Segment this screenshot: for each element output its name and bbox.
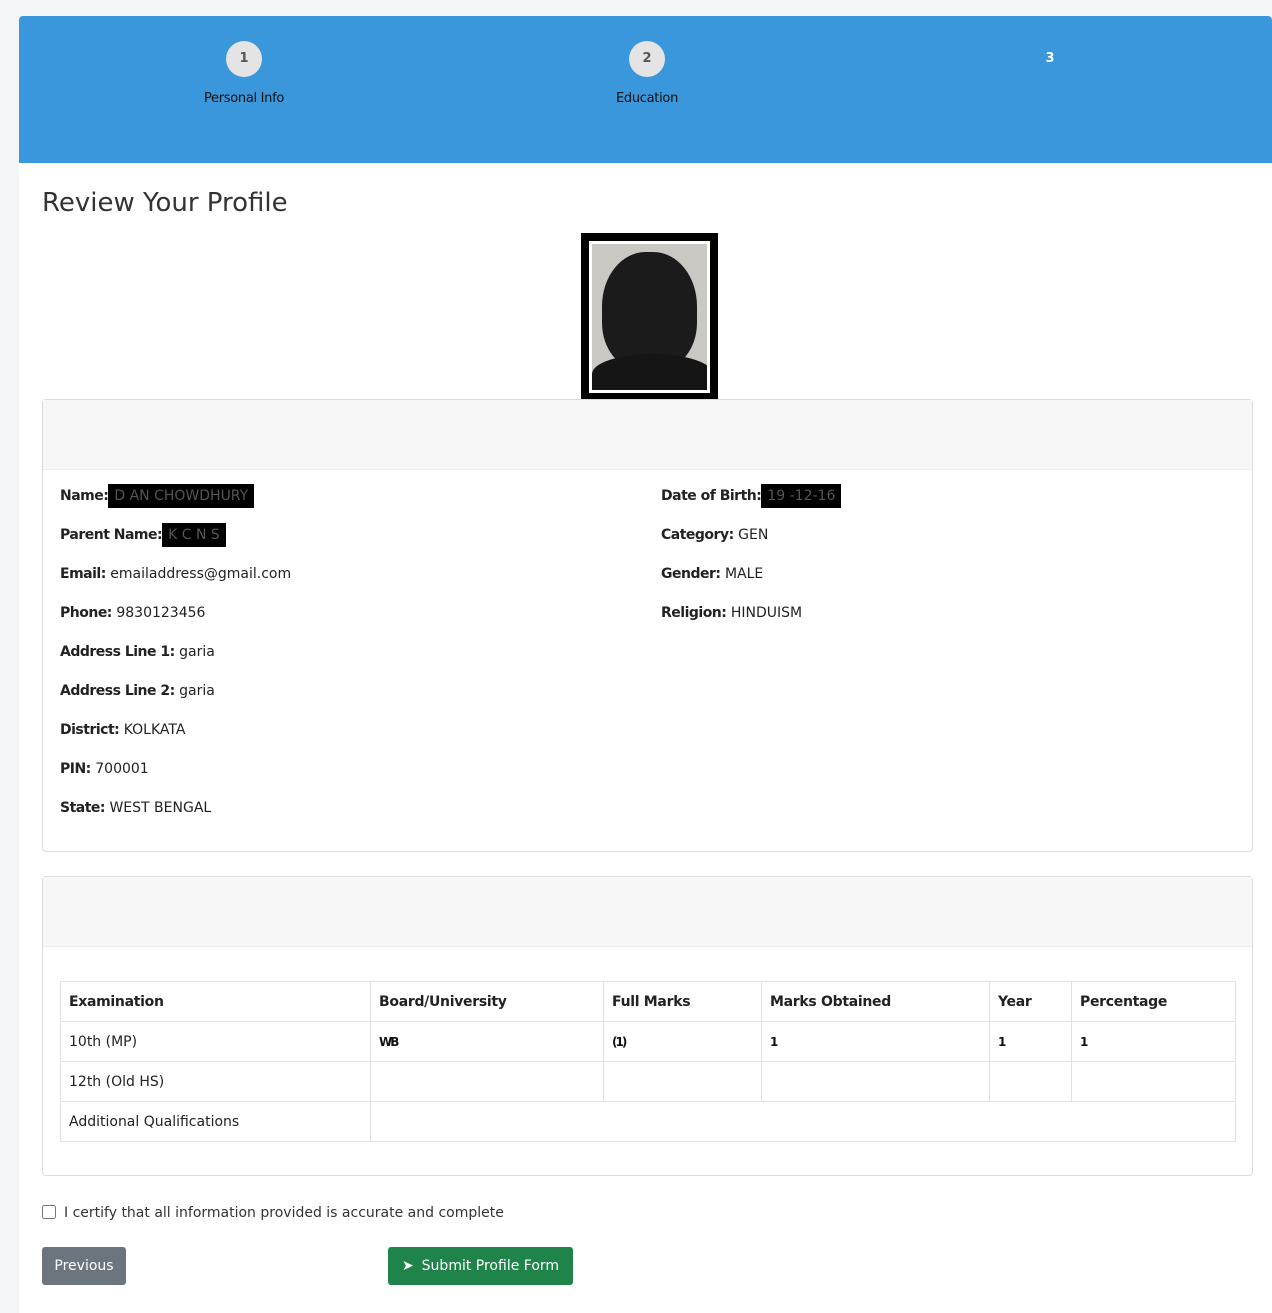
name-field: Name: D AN CHOWDHURY [60, 484, 255, 508]
column-header: Board/University [370, 981, 604, 1022]
gender-field: Gender: MALE [661, 566, 763, 582]
field-value: K C N S [162, 523, 226, 547]
card-header: Education Details [43, 877, 1252, 947]
field-value: WEST BENGAL [109, 800, 212, 816]
table-cell [370, 1061, 604, 1102]
field-label: Name: [60, 488, 109, 504]
personal-info-card: Personal Information Name: D AN CHOWDHURY… [42, 399, 1253, 852]
field-label: Religion: [661, 605, 727, 621]
field-value: garia [179, 644, 215, 660]
step-number: 3 [1045, 51, 1055, 66]
table-cell [603, 1061, 762, 1102]
step-number: 1 [226, 41, 262, 77]
table-cell [370, 1101, 1236, 1142]
address-line-2-field: Address Line 2: garia [60, 683, 215, 699]
field-label: Category: [661, 527, 734, 543]
field-value: GEN [738, 527, 769, 543]
field-value: KOLKATA [123, 722, 186, 738]
district-field: District: KOLKATA [60, 722, 185, 738]
pin-field: PIN: 700001 [60, 761, 149, 777]
page-title: Review Your Profile [42, 188, 288, 218]
card-header: Personal Information [43, 400, 1252, 470]
field-label: Date of Birth: [661, 488, 762, 504]
table-cell: 10th (MP) [60, 1021, 371, 1062]
progress-stepper: 1 Personal Info 2 Education 3 [19, 16, 1272, 163]
table-cell [1071, 1061, 1236, 1102]
table-header-row: Examination Board/University Full Marks … [60, 981, 1236, 1022]
address-line-1-field: Address Line 1: garia [60, 644, 215, 660]
field-value: 700001 [95, 761, 149, 777]
field-value: 19 -12-16 [761, 484, 842, 508]
education-table: Examination Board/University Full Marks … [60, 981, 1236, 1142]
table-cell: 1 [989, 1021, 1072, 1062]
review-page: 1 Personal Info 2 Education 3 Review You… [19, 16, 1272, 1313]
field-value: 9830123456 [116, 605, 206, 621]
step-personal-info[interactable]: 1 Personal Info [164, 41, 324, 106]
submit-profile-button[interactable]: ➤ Submit Profile Form [388, 1247, 573, 1285]
field-label: Phone: [60, 605, 112, 621]
field-label: State: [60, 800, 106, 816]
field-value: MALE [724, 566, 764, 582]
table-cell: Additional Qualifications [60, 1101, 371, 1142]
table-row: 10th (MP) WB (1) 1 1 1 [60, 1021, 1236, 1062]
table-cell [989, 1061, 1072, 1102]
step-review[interactable]: 3 [970, 41, 1130, 91]
field-value: D AN CHOWDHURY [108, 484, 255, 508]
field-label: Email: [60, 566, 106, 582]
dob-field: Date of Birth: 19 -12-16 [661, 484, 842, 508]
step-education[interactable]: 2 Education [567, 41, 727, 106]
table-cell: 1 [761, 1021, 990, 1062]
column-header: Full Marks [603, 981, 762, 1022]
field-label: Parent Name: [60, 527, 163, 543]
field-label: District: [60, 722, 120, 738]
religion-field: Religion: HINDUISM [661, 605, 802, 621]
table-cell [761, 1061, 990, 1102]
field-label: Address Line 2: [60, 683, 175, 699]
table-row: 12th (Old HS) [60, 1061, 1236, 1102]
step-label: Personal Info [203, 91, 285, 106]
table-cell: WB [370, 1021, 604, 1062]
table-cell: (1) [603, 1021, 762, 1062]
certify-checkbox-row[interactable]: I certify that all information provided … [42, 1205, 504, 1221]
field-label: PIN: [60, 761, 91, 777]
column-header: Year [989, 981, 1072, 1022]
education-card: Education Details Examination Board/Univ… [42, 876, 1253, 1176]
phone-field: Phone: 9830123456 [60, 605, 205, 621]
submit-label: Submit Profile Form [421, 1258, 560, 1274]
column-header: Marks Obtained [761, 981, 990, 1022]
email-field: Email: emailaddress@gmail.com [60, 566, 291, 582]
table-cell: 12th (Old HS) [60, 1061, 371, 1102]
state-field: State: WEST BENGAL [60, 800, 211, 816]
field-value: garia [179, 683, 215, 699]
field-value: emailaddress@gmail.com [110, 566, 292, 582]
paper-plane-icon: ➤ [401, 1258, 414, 1274]
step-number: 2 [629, 41, 665, 77]
table-row: Additional Qualifications [60, 1101, 1236, 1142]
category-field: Category: GEN [661, 527, 768, 543]
profile-photo [581, 233, 718, 399]
column-header: Percentage [1071, 981, 1236, 1022]
field-label: Address Line 1: [60, 644, 175, 660]
field-label: Gender: [661, 566, 721, 582]
certify-checkbox[interactable] [42, 1205, 56, 1219]
certify-label: I certify that all information provided … [64, 1205, 504, 1221]
step-label: Education [615, 91, 679, 106]
column-header: Examination [60, 981, 371, 1022]
field-value: HINDUISM [730, 605, 803, 621]
table-cell: 1 [1071, 1021, 1236, 1062]
previous-button[interactable]: Previous [42, 1247, 126, 1285]
parent-name-field: Parent Name: K C N S [60, 523, 226, 547]
